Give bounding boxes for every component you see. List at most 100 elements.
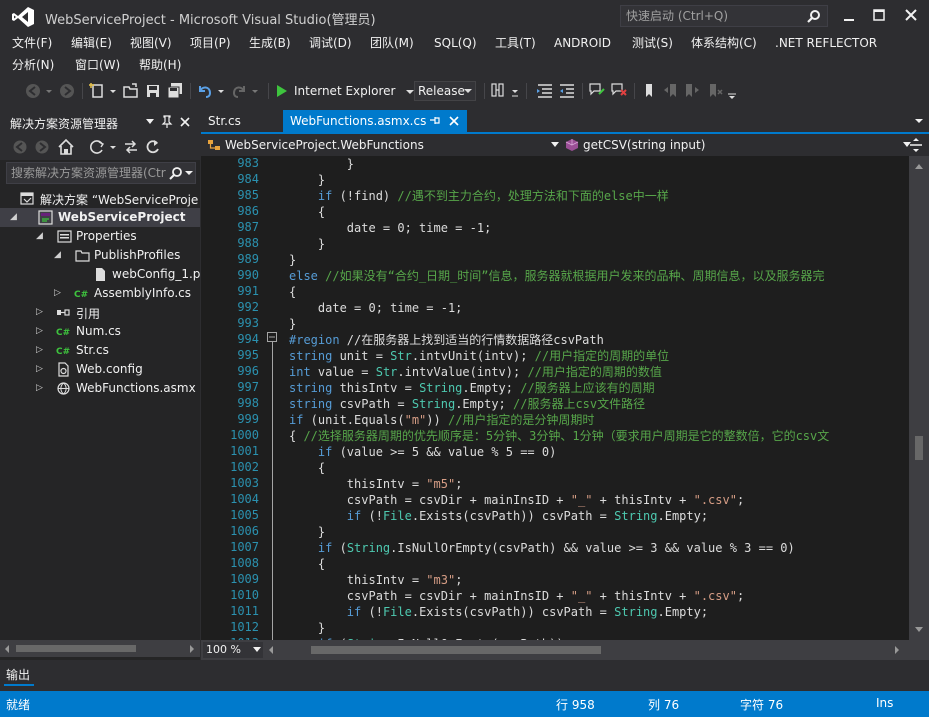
code-line[interactable]: } <box>289 524 325 540</box>
chevron-down-icon[interactable] <box>216 82 226 100</box>
collapsed-arrow-icon[interactable]: ▷ <box>36 382 46 394</box>
expanded-arrow-icon[interactable]: ◢ <box>54 249 64 261</box>
code-line[interactable]: { <box>289 204 325 220</box>
code-line[interactable]: date = 0; time = -1; <box>289 300 463 316</box>
solution-configuration-select[interactable]: Release <box>414 81 476 101</box>
collapsed-arrow-icon[interactable]: ▷ <box>36 363 46 375</box>
tab-webfunctions-asmx-cs[interactable]: WebFunctions.asmx.cs <box>283 110 467 132</box>
menu-tools[interactable]: 工具(T) <box>494 34 537 52</box>
menu-file[interactable]: 文件(F) <box>11 34 53 52</box>
previous-bookmark-icon[interactable] <box>662 82 680 100</box>
tree-item-properties[interactable]: ◢ Properties <box>0 227 200 246</box>
chevron-down-icon[interactable] <box>185 169 193 177</box>
menu-analyze[interactable]: 分析(N) <box>11 56 55 74</box>
menu-build[interactable]: 生成(B) <box>248 34 292 52</box>
indent-icon[interactable] <box>558 82 576 100</box>
refresh-icon[interactable] <box>144 138 162 156</box>
class-navigation-select[interactable]: WebServiceProject.WebFunctions <box>205 135 561 155</box>
code-line[interactable]: string thisIntv = String.Empty; //服务器上应该… <box>289 380 655 396</box>
find-in-files-icon[interactable] <box>490 82 508 100</box>
zoom-select[interactable]: 100 % <box>203 642 263 658</box>
horizontal-scrollbar-thumb[interactable] <box>311 646 601 654</box>
code-line[interactable]: } <box>289 620 325 636</box>
horizontal-scrollbar[interactable] <box>0 640 200 657</box>
chevron-down-icon[interactable] <box>914 117 924 125</box>
scroll-up-icon[interactable] <box>914 162 924 170</box>
code-line[interactable]: thisIntv = "m3"; <box>289 572 463 588</box>
menu-debug[interactable]: 调试(D) <box>308 34 353 52</box>
split-window-icon[interactable] <box>909 137 923 153</box>
code-line[interactable]: if (!File.Exists(csvPath)) csvPath = Str… <box>289 604 708 620</box>
expanded-arrow-icon[interactable]: ◢ <box>10 211 20 223</box>
code-line[interactable]: string unit = Str.intvUnit(intv); //用户指定… <box>289 348 669 364</box>
forward-icon[interactable] <box>34 139 50 155</box>
code-line[interactable]: { //选择服务器周期的优先顺序是：5分钟、3分钟、1分钟（要求用户周期是它的整… <box>289 428 829 444</box>
menu-test[interactable]: 测试(S) <box>631 34 674 52</box>
code-line[interactable]: if (!File.Exists(csvPath)) csvPath = Str… <box>289 508 708 524</box>
undo-icon[interactable] <box>196 82 214 100</box>
chevron-down-icon[interactable] <box>510 82 520 100</box>
tree-item-web-config[interactable]: ▷ Web.config <box>0 360 200 379</box>
bookmark-icon[interactable] <box>640 82 658 100</box>
save-all-icon[interactable] <box>166 82 184 100</box>
code-line[interactable]: { <box>289 460 325 476</box>
maximize-icon[interactable] <box>864 4 894 28</box>
code-line[interactable]: if (unit.Equals("m")) //用户指定的是分钟周期时 <box>289 412 594 428</box>
sync-icon[interactable] <box>88 138 106 156</box>
tree-item-webserviceproject[interactable]: ◢ WebServiceProject <box>0 208 200 227</box>
code-line[interactable]: if (!find) //遇不到主力合约，处理方法和下面的else中一样 <box>289 188 669 204</box>
menu-team[interactable]: 团队(M) <box>369 34 415 52</box>
tree-item-webfunctions-asmx[interactable]: ▷ WebFunctions.asmx <box>0 379 200 398</box>
tree-item-num-cs[interactable]: ▷ C# Num.cs <box>0 322 200 341</box>
chevron-down-icon[interactable] <box>108 138 118 156</box>
code-line[interactable]: string csvPath = String.Empty; //服务器上csv… <box>289 396 645 412</box>
back-icon[interactable] <box>12 139 28 155</box>
code-line[interactable]: csvPath = csvDir + mainInsID + "_" + thi… <box>289 588 744 604</box>
navigate-forward-icon[interactable] <box>58 82 76 100</box>
menu-project[interactable]: 项目(P) <box>189 34 232 52</box>
tab-output[interactable]: 输出 <box>6 666 30 683</box>
code-line[interactable]: } <box>289 156 354 172</box>
outdent-icon[interactable] <box>536 82 554 100</box>
redo-icon[interactable] <box>230 82 248 100</box>
start-debugging-button[interactable]: Internet Explorer <box>276 81 417 101</box>
close-icon[interactable] <box>448 115 460 127</box>
open-file-icon[interactable] <box>122 82 140 100</box>
save-icon[interactable] <box>144 82 162 100</box>
menu-view[interactable]: 视图(V) <box>129 34 173 52</box>
scrollbar-thumb[interactable] <box>915 436 923 460</box>
code-line[interactable]: csvPath = csvDir + mainInsID + "_" + thi… <box>289 492 744 508</box>
menu-edit[interactable]: 编辑(E) <box>70 34 113 52</box>
close-icon[interactable] <box>896 4 926 28</box>
pin-icon[interactable] <box>429 114 441 128</box>
sync-with-document-icon[interactable] <box>122 138 140 156</box>
quick-launch-input[interactable] <box>626 8 796 24</box>
next-bookmark-icon[interactable] <box>684 82 702 100</box>
close-icon[interactable] <box>179 116 191 128</box>
pin-icon[interactable] <box>161 115 173 129</box>
solution-explorer-search[interactable] <box>6 162 196 184</box>
code-line[interactable]: } <box>289 172 325 188</box>
tree-item-assemblyinfo[interactable]: ▷ C# AssemblyInfo.cs <box>0 284 200 303</box>
code-line[interactable]: if (String.IsNullOrEmpty(csvPath) && val… <box>289 540 795 556</box>
code-line[interactable]: #region //在服务器上找到适当的行情数据路径csvPath <box>289 332 604 348</box>
search-icon[interactable] <box>807 9 821 23</box>
menu-sql[interactable]: SQL(Q) <box>433 34 478 52</box>
toolbar-overflow-icon[interactable] <box>726 82 738 100</box>
navigate-back-icon[interactable] <box>24 82 42 100</box>
code-line[interactable]: if (value >= 5 && value % 5 == 0) <box>289 444 556 460</box>
scroll-down-icon[interactable] <box>914 626 924 634</box>
expanded-arrow-icon[interactable]: ◢ <box>36 230 46 242</box>
tree-item-references[interactable]: ▷ 引用 <box>0 303 200 322</box>
new-project-icon[interactable] <box>88 82 106 100</box>
clear-bookmarks-icon[interactable] <box>706 82 724 100</box>
menu-android[interactable]: ANDROID <box>553 34 612 52</box>
comment-lines-icon[interactable] <box>588 82 606 100</box>
scroll-right-icon[interactable] <box>893 645 901 655</box>
code-view[interactable]: 983 984 985 986 987 988 989 990 991 992 993 994 995 9… <box>201 156 909 640</box>
minimize-icon[interactable] <box>834 4 864 28</box>
collapsed-arrow-icon[interactable]: ▷ <box>36 344 46 356</box>
chevron-down-icon[interactable] <box>145 118 155 126</box>
code-line[interactable]: int value = Str.intvValue(intv); //用户指定的… <box>289 364 662 380</box>
quick-launch-box[interactable] <box>620 5 828 27</box>
